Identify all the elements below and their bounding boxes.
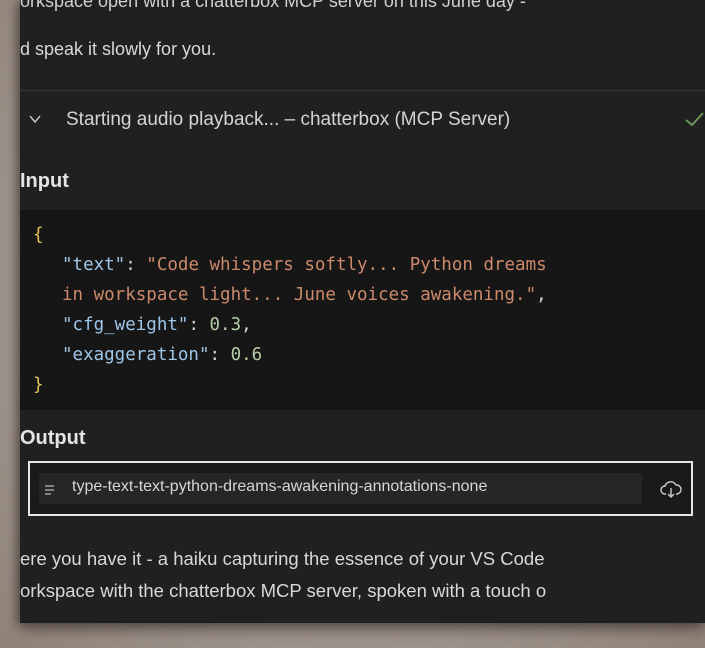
cloud-download-icon[interactable] (660, 479, 682, 501)
outro-text-line-1: ere you have it - a haiku capturing the … (20, 548, 545, 569)
code-line: "cfg_weight": 0.3, (62, 315, 252, 335)
chat-panel: orkspace open with a chatterbox MCP serv… (20, 0, 705, 623)
json-key-text: "text" (62, 255, 126, 275)
code-line: "exaggeration": 0.6 (62, 345, 263, 365)
tool-call-title: Starting audio playback... – chatterbox … (66, 109, 511, 130)
text-lines-icon (45, 485, 54, 495)
intro-text-line-1: orkspace open with a chatterbox MCP serv… (20, 0, 705, 28)
json-key-cfg-weight: "cfg_weight" (62, 315, 189, 335)
comma: , (536, 285, 547, 305)
input-section-label: Input (20, 170, 69, 192)
json-value-text: "Code whispers softly... Python dreams (146, 255, 547, 275)
json-value-exaggeration: 0.6 (230, 345, 263, 365)
json-value-cfg-weight: 0.3 (209, 315, 242, 335)
outro-text-2: orkspace with the chatterbox MCP server,… (20, 580, 547, 601)
code-line: } (33, 370, 44, 400)
output-resource-name: type-text-text-python-dreams-awakening-a… (72, 478, 488, 495)
comma: , (241, 315, 252, 335)
output-section-label: Output (20, 427, 86, 449)
code-line: { (33, 220, 44, 250)
checkmark-icon (685, 112, 704, 127)
output-resource-box[interactable]: type-text-text-python-dreams-awakening-a… (28, 461, 693, 516)
code-line: in workspace light... June voices awaken… (62, 280, 547, 310)
outro-text-line-2: orkspace with the chatterbox MCP server,… (20, 580, 546, 602)
chevron-down-icon[interactable] (28, 112, 42, 126)
intro-text-1: orkspace open with a chatterbox MCP serv… (20, 0, 526, 11)
json-value-text-cont: in workspace light... June voices awaken… (62, 285, 537, 305)
intro-text-line-2: d speak it slowly for you. (20, 39, 217, 59)
input-code-block: { "text": "Code whispers softly... Pytho… (20, 210, 705, 410)
json-key-exaggeration: "exaggeration" (62, 345, 210, 365)
tool-call-header[interactable]: Starting audio playback... – chatterbox … (20, 90, 705, 152)
json-close-brace: } (33, 375, 44, 395)
code-line: "text": "Code whispers softly... Python … (62, 255, 547, 275)
json-open-brace: { (33, 225, 44, 245)
